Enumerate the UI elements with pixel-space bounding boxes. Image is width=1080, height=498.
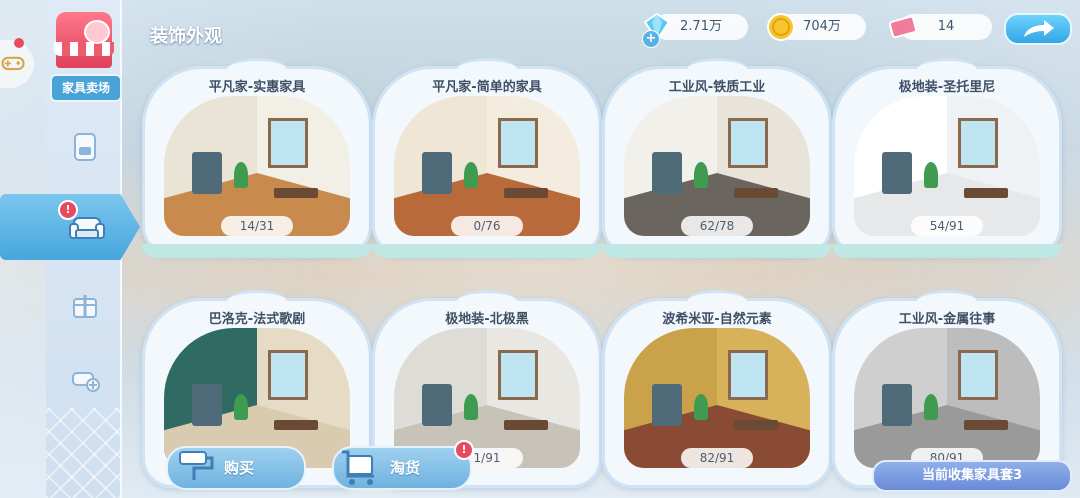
buy-button[interactable]: 购买 xyxy=(166,446,306,490)
room-table xyxy=(964,188,1008,198)
room-plant xyxy=(234,162,248,188)
room-table xyxy=(734,188,778,198)
ticket-value: 14 xyxy=(937,19,955,34)
room-cabinet xyxy=(652,384,682,426)
store-awning xyxy=(54,42,114,56)
room-window xyxy=(958,350,998,400)
room-cabinet xyxy=(192,152,222,194)
sidebar-lattice xyxy=(46,408,120,498)
room-cabinet xyxy=(422,384,452,426)
notification-dot xyxy=(14,38,24,48)
card-title: 波希米亚-自然元素 xyxy=(662,312,772,327)
share-arrow-icon xyxy=(1024,20,1054,37)
card-progress-count: 14/31 xyxy=(221,216,293,236)
shop-badge: ! xyxy=(454,440,474,460)
card-title: 平凡家-实惠家具 xyxy=(208,80,306,95)
room-plant xyxy=(464,162,478,188)
room-plant xyxy=(924,162,938,188)
sidebar-tab-gift[interactable] xyxy=(62,282,108,328)
room-window xyxy=(728,350,768,400)
card-bottom-bar xyxy=(832,244,1062,258)
gamepad-icon xyxy=(1,56,25,71)
room-plant xyxy=(234,394,248,420)
card-bottom-bar xyxy=(602,244,832,258)
room-table xyxy=(274,420,318,430)
currency-ticket[interactable]: 14 xyxy=(889,14,992,40)
room-window xyxy=(958,118,998,168)
currency-coin[interactable]: 704万 xyxy=(767,13,866,41)
room-table xyxy=(964,420,1008,430)
share-button[interactable] xyxy=(1004,13,1072,45)
diamond-value: 2.71万 xyxy=(680,19,722,34)
room-cabinet xyxy=(882,152,912,194)
furniture-set-card[interactable]: 工业风-铁质工业 62/78 xyxy=(602,58,832,258)
room-plant xyxy=(694,394,708,420)
card-progress-count: 82/91 xyxy=(681,448,753,468)
room-table xyxy=(504,420,548,430)
sidebar-tab-cafe[interactable] xyxy=(62,124,108,170)
room-plant xyxy=(464,394,478,420)
card-title: 巴洛克-法式歌剧 xyxy=(208,312,306,327)
pig-mascot-icon xyxy=(84,20,110,44)
room-plant xyxy=(694,162,708,188)
store-label: 家具卖场 xyxy=(50,74,122,102)
card-progress-count: 54/91 xyxy=(911,216,983,236)
card-bottom-bar xyxy=(372,244,602,258)
furniture-store-tab[interactable]: 家具卖场 xyxy=(50,12,122,102)
room-window xyxy=(728,118,768,168)
card-title: 极地装-北极黑 xyxy=(445,312,529,327)
shopping-cart-icon xyxy=(342,450,374,485)
room-window xyxy=(268,118,308,168)
currency-diamond[interactable]: + 2.71万 xyxy=(642,12,748,48)
sidebar-tab-add-sofa[interactable] xyxy=(62,356,108,402)
card-bottom-bar xyxy=(142,244,372,258)
furniture-set-card[interactable]: 平凡家-简单的家具 0/76 xyxy=(372,58,602,258)
furniture-set-card[interactable]: 极地装-圣托里尼 54/91 xyxy=(832,58,1062,258)
room-cabinet xyxy=(422,152,452,194)
room-window xyxy=(498,350,538,400)
room-preview xyxy=(164,96,350,236)
room-preview xyxy=(854,328,1040,468)
room-cabinet xyxy=(882,384,912,426)
ticket-icon xyxy=(889,15,917,39)
room-table xyxy=(504,188,548,198)
room-table xyxy=(274,188,318,198)
card-title: 工业风-铁质工业 xyxy=(668,80,766,95)
room-plant xyxy=(924,394,938,420)
card-title: 平凡家-简单的家具 xyxy=(432,80,542,95)
collection-status[interactable]: 当前收集家具套3 xyxy=(872,460,1072,492)
furniture-set-card[interactable]: 平凡家-实惠家具 14/31 xyxy=(142,58,372,258)
room-preview xyxy=(624,328,810,468)
coffee-machine-icon xyxy=(74,133,96,161)
coin-value: 704万 xyxy=(803,19,841,34)
gift-box-icon xyxy=(73,295,97,318)
room-table xyxy=(734,420,778,430)
card-progress-count: 62/78 xyxy=(681,216,753,236)
paint-roller-icon xyxy=(179,451,214,480)
card-title: 极地装-圣托里尼 xyxy=(898,80,996,95)
furniture-tab-badge: ! xyxy=(58,200,78,220)
room-cabinet xyxy=(652,152,682,194)
coin-icon xyxy=(767,13,795,41)
shop-button[interactable]: 淘货 xyxy=(332,446,472,490)
shop-label: 淘货 xyxy=(390,459,421,477)
card-progress-count: 0/76 xyxy=(451,216,523,236)
page-title: 装饰外观 xyxy=(150,26,222,47)
furniture-set-card[interactable]: 波希米亚-自然元素 82/91 xyxy=(602,290,832,488)
room-window xyxy=(268,350,308,400)
add-diamond-icon[interactable]: + xyxy=(642,30,660,48)
room-cabinet xyxy=(192,384,222,426)
room-preview xyxy=(624,96,810,236)
buy-label: 购买 xyxy=(224,459,255,477)
room-preview xyxy=(854,96,1040,236)
sofa-plus-icon xyxy=(72,372,100,392)
card-title: 工业风-金属往事 xyxy=(898,312,996,327)
room-preview xyxy=(394,96,580,236)
room-window xyxy=(498,118,538,168)
